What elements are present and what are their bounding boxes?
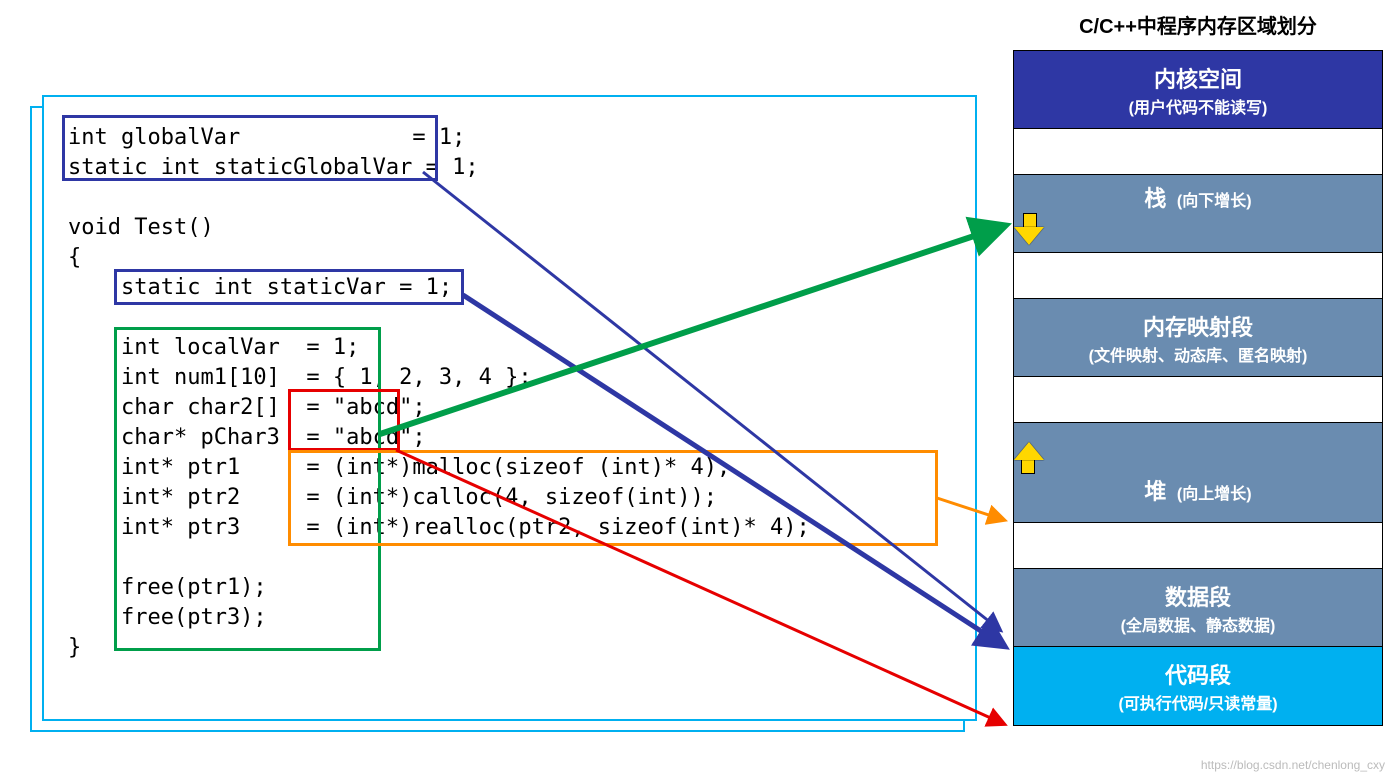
arrow-down-icon xyxy=(1014,213,1044,247)
watermark: https://blog.csdn.net/chenlong_cxy xyxy=(1201,758,1385,772)
seg-title: 数据段 xyxy=(1014,580,1382,612)
seg-sub: (可执行代码/只读常量) xyxy=(1014,690,1382,714)
seg-title: 栈 xyxy=(1144,186,1166,211)
code-block: int globalVar = 1; static int staticGlob… xyxy=(68,123,951,663)
seg-title: 内存映射段 xyxy=(1014,310,1382,342)
diagram-title: C/C++中程序内存区域划分 xyxy=(1013,10,1383,39)
seg-gap xyxy=(1014,253,1382,299)
seg-gap xyxy=(1014,523,1382,569)
seg-gap xyxy=(1014,129,1382,175)
seg-sub: (全局数据、静态数据) xyxy=(1014,612,1382,636)
seg-title: 代码段 xyxy=(1014,658,1382,690)
arrow-up-icon xyxy=(1014,440,1044,474)
seg-gap xyxy=(1014,377,1382,423)
seg-title: 堆 xyxy=(1144,479,1166,504)
memory-map: 内核空间 (用户代码不能读写) 栈 (向下增长) 内存映射段 (文件映射、动态库… xyxy=(1013,50,1383,726)
code-panel: int globalVar = 1; static int staticGlob… xyxy=(42,95,977,721)
seg-mmap: 内存映射段 (文件映射、动态库、匿名映射) xyxy=(1014,299,1382,377)
seg-sub: (文件映射、动态库、匿名映射) xyxy=(1014,342,1382,366)
seg-title: 内核空间 xyxy=(1014,62,1382,94)
seg-stack: 栈 (向下增长) xyxy=(1014,175,1382,253)
seg-kernel: 内核空间 (用户代码不能读写) xyxy=(1014,51,1382,129)
seg-note: (向下增长) xyxy=(1177,193,1252,210)
seg-data: 数据段 (全局数据、静态数据) xyxy=(1014,569,1382,647)
seg-sub: (用户代码不能读写) xyxy=(1014,94,1382,118)
seg-heap: 堆 (向上增长) xyxy=(1014,423,1382,523)
seg-code: 代码段 (可执行代码/只读常量) xyxy=(1014,647,1382,725)
seg-note: (向上增长) xyxy=(1177,486,1252,503)
